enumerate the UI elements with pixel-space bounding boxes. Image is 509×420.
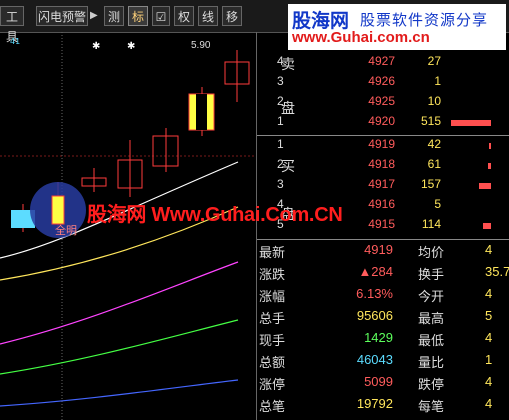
play-icon[interactable]: ▶ (90, 6, 98, 26)
stat-label: 最新 (259, 246, 286, 261)
stat-label: 总手 (259, 312, 286, 327)
stat-label: 最低 (418, 334, 445, 349)
stat-label: 涨幅 (259, 290, 286, 305)
stat-value: 1429 (364, 330, 393, 345)
stat-value: ▲284 (358, 264, 393, 279)
stat-value: 1 (485, 352, 493, 367)
tools-button[interactable]: 工具 (0, 6, 24, 44)
stat-label: 换手 (418, 268, 445, 283)
stat-label: 今开 (418, 290, 445, 305)
volume: 27 (427, 54, 441, 68)
measure-button[interactable]: 测 (104, 6, 124, 26)
stat-row: 总笔 19792 每笔 4 (257, 396, 509, 418)
brand-slogan: 股票软件资源分享 (360, 11, 489, 29)
orderbook-row-buy[interactable]: 1 4919 42 (257, 137, 509, 157)
stat-value: 5099 (364, 374, 393, 389)
stat-value: 4919 (364, 242, 393, 257)
price: 4919 (368, 137, 395, 151)
up-candle (152, 128, 179, 172)
stock-terminal: 工具 闪电预警 ▶ 测 标 ☑ 权 线 移 ✱ ✱ 41 全明 5.90 股海网 (0, 0, 509, 420)
price: 4926 (368, 74, 395, 88)
orderbook-divider (257, 135, 509, 136)
stat-row: 涨跌 ▲284 换手 35.7 (257, 264, 509, 286)
stat-row: 最新 4919 均价 4 (257, 242, 509, 264)
volume-bar (479, 183, 491, 189)
ma120-line (0, 379, 239, 407)
price: 4916 (368, 197, 395, 211)
up-candle (117, 140, 143, 197)
volume: 42 (427, 137, 441, 151)
stat-value: 4 (485, 330, 493, 345)
stat-value: 46043 (356, 352, 393, 367)
stat-label: 每笔 (418, 400, 445, 415)
price: 4917 (368, 177, 395, 191)
watermark-overlay: 股海网 Www.Guhai.Com.CN (87, 204, 343, 226)
volume-bar (483, 223, 491, 229)
level: 3 (277, 74, 284, 88)
stat-row: 现手 1429 最低 4 (257, 330, 509, 352)
volume: 157 (420, 177, 441, 191)
level: 3 (277, 177, 284, 191)
stat-label: 涨停 (259, 378, 286, 393)
stat-label: 最高 (418, 312, 445, 327)
stat-label: 跌停 (418, 378, 445, 393)
stat-label: 总额 (259, 356, 286, 371)
marker-label: 41 (10, 37, 20, 46)
up-candle (188, 87, 215, 136)
ma20-line (0, 261, 239, 345)
price: 4920 (368, 114, 395, 128)
sell-label: 盘 (281, 101, 295, 117)
star-marker: ✱ (92, 41, 100, 52)
mark-button[interactable]: 标 (128, 6, 148, 26)
line-button[interactable]: 线 (198, 6, 218, 26)
stat-value: 95606 (356, 308, 393, 323)
stat-row: 涨停 5099 跌停 4 (257, 374, 509, 396)
volume: 114 (421, 217, 441, 231)
stat-row: 总额 46043 量比 1 (257, 352, 509, 374)
stat-value: 5 (485, 308, 493, 323)
volume: 1 (434, 74, 441, 88)
stat-value: 4 (485, 242, 493, 257)
stat-label: 均价 (418, 246, 445, 261)
stat-value: 4 (485, 374, 493, 389)
volume: 61 (427, 157, 441, 171)
stat-label: 总笔 (259, 400, 286, 415)
logo-text: 全明 (55, 223, 77, 237)
stat-value: 4 (485, 396, 493, 411)
stat-label: 量比 (418, 356, 445, 371)
volume: 515 (420, 114, 441, 128)
up-candle (81, 168, 107, 192)
up-candle (224, 50, 250, 102)
rights-button[interactable]: 权 (174, 6, 194, 26)
volume: 5 (434, 197, 441, 211)
flash-alert-button[interactable]: 闪电预警 (36, 6, 88, 26)
price: 4925 (368, 94, 395, 108)
stat-row: 涨幅 6.13% 今开 4 (257, 286, 509, 308)
orderbook-row-buy[interactable]: 3 4917 157 (257, 177, 509, 197)
volume-bar (451, 120, 491, 126)
volume: 10 (427, 94, 441, 108)
move-button[interactable]: 移 (222, 6, 242, 26)
stat-value: 6.13% (356, 286, 393, 301)
buy-label: 买 (281, 159, 295, 175)
star-marker: ✱ (127, 41, 135, 52)
price: 4927 (368, 54, 395, 68)
volume-bar (488, 163, 491, 169)
stat-value: 19792 (356, 396, 393, 411)
checkbox-icon[interactable]: ☑ (152, 6, 170, 26)
ma60-line (0, 319, 239, 375)
stat-value: 4 (485, 286, 493, 301)
price-tag: 5.90 (191, 40, 211, 51)
sell-label: 卖 (281, 57, 295, 73)
stat-label: 涨跌 (259, 268, 286, 283)
volume-bar (489, 143, 491, 149)
orderbook-divider (257, 239, 509, 240)
level: 1 (277, 137, 284, 151)
stat-value: 35.7 (485, 264, 509, 279)
price: 4915 (368, 217, 395, 231)
price: 4918 (368, 157, 395, 171)
stat-row: 总手 95606 最高 5 (257, 308, 509, 330)
orderbook-row-sell[interactable]: 3 4926 1 (257, 74, 509, 94)
stat-label: 现手 (259, 334, 286, 349)
